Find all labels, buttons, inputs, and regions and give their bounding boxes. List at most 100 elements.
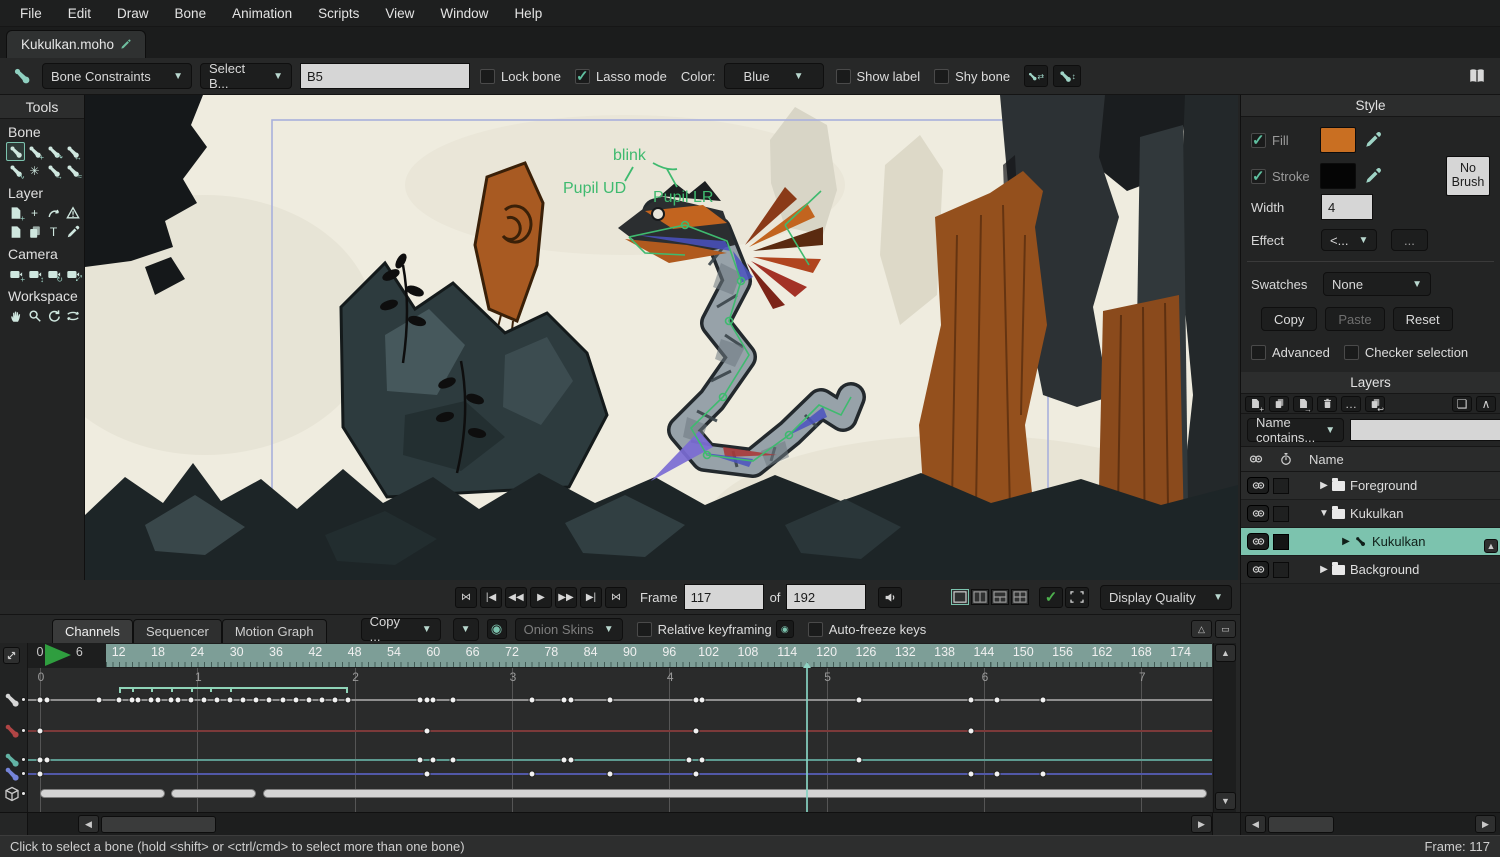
swatches-dropdown[interactable]: None▼ — [1323, 272, 1431, 296]
add-bone-tool[interactable]: + — [25, 142, 44, 161]
pan-tilt-camera-tool[interactable]: ⤢ — [63, 264, 82, 283]
timeline-expand-up-button[interactable]: △ — [1191, 620, 1212, 638]
fill-eyedropper-icon[interactable] — [1364, 131, 1382, 149]
keyframe-bone-channel-gray-f9[interactable] — [95, 697, 102, 704]
keyframe-bone-channel-gray-f87[interactable] — [607, 697, 614, 704]
roll-camera-tool[interactable]: ↻ — [44, 264, 63, 283]
layer-visibility-button[interactable] — [1247, 477, 1269, 494]
sequence-capsule-1[interactable] — [171, 789, 256, 798]
menu-item-window[interactable]: Window — [428, 2, 500, 25]
flip-layer-tool[interactable] — [6, 222, 25, 241]
layer-sequence-channel-icon[interactable] — [4, 786, 20, 802]
duplicate-layer-button[interactable] — [1269, 396, 1289, 412]
layer-row-kukulkan-1[interactable]: ▼Kukulkan — [1241, 500, 1500, 528]
bone-dynamics-tool[interactable]: ≈ — [63, 161, 82, 180]
keyframe-bone-channel-gray-f41[interactable] — [305, 697, 312, 704]
keyframe-bone-channel-teal-f125[interactable] — [856, 757, 863, 764]
freeze-pose-tool[interactable]: ✳ — [25, 161, 44, 180]
effect-more-button[interactable]: ... — [1391, 229, 1428, 251]
bone-channel-blue-icon[interactable] — [4, 766, 20, 782]
bind-bones-tool[interactable]: ∿ — [6, 161, 25, 180]
keyframe-bone-channel-blue-f153[interactable] — [1039, 771, 1046, 778]
curvature-tool[interactable] — [44, 203, 63, 222]
copy-keys-dropdown[interactable]: Copy ...▼ — [361, 618, 441, 641]
play-button[interactable]: ▶ — [530, 587, 552, 608]
menu-item-help[interactable]: Help — [502, 2, 554, 25]
keyframe-bone-channel-blue-f75[interactable] — [528, 771, 535, 778]
keyframe-bone-channel-red-f59[interactable] — [423, 728, 430, 735]
copy-layer-button[interactable]: → — [1293, 396, 1313, 412]
keyframe-bone-channel-gray-f142[interactable] — [967, 697, 974, 704]
keyframe-bone-channel-red-f142[interactable] — [967, 728, 974, 735]
timeline-playhead[interactable] — [806, 668, 808, 812]
keyframe-bone-channel-gray-f43[interactable] — [318, 697, 325, 704]
keyframe-bone-channel-teal-f60[interactable] — [430, 757, 437, 764]
step-back-button[interactable]: ◀◀ — [505, 587, 527, 608]
select-bone-dropdown[interactable]: Select B...▼ — [200, 63, 292, 89]
delete-layer-button[interactable] — [1317, 396, 1337, 412]
layers-scrollbar[interactable]: ▲ — [1484, 443, 1498, 563]
manual-book-icon[interactable] — [1466, 67, 1488, 85]
keyframe-bone-channel-gray-f101[interactable] — [699, 697, 706, 704]
timeline-vertical-scrollbar[interactable]: ▲ ▼ — [1213, 643, 1236, 812]
timeline-play-indicator[interactable] — [45, 644, 71, 666]
keyframe-bone-channel-gray-f146[interactable] — [994, 697, 1001, 704]
menu-item-file[interactable]: File — [8, 2, 54, 25]
fill-checkbox[interactable] — [1251, 133, 1266, 148]
timeline-scroll-left-button[interactable]: ◀ — [78, 815, 99, 833]
keyframe-bone-channel-red-f100[interactable] — [692, 728, 699, 735]
layer-filter-dropdown[interactable]: Name contains...▼ — [1247, 418, 1344, 442]
total-frames-input[interactable] — [786, 584, 866, 610]
keyframe-bone-channel-blue-f0[interactable] — [37, 771, 44, 778]
duplicate-layer-tool[interactable] — [25, 222, 44, 241]
keyframe-bone-channel-gray-f33[interactable] — [253, 697, 260, 704]
layer-expand-arrow[interactable]: ▼ — [1317, 508, 1331, 519]
checker-selection-checkbox[interactable] — [1344, 345, 1359, 360]
orbit-workspace-tool[interactable] — [63, 306, 82, 325]
keyframe-bone-channel-gray-f15[interactable] — [135, 697, 142, 704]
reparent-bone-tool[interactable]: ↷ — [44, 142, 63, 161]
menu-item-draw[interactable]: Draw — [105, 2, 161, 25]
jump-end-button[interactable]: ▶| — [580, 587, 602, 608]
onion-skins-dropdown[interactable]: Onion Skins▼ — [515, 618, 623, 641]
timeline-collapse-button[interactable]: ▭ — [1215, 620, 1236, 638]
timeline-scroll-thumb[interactable] — [101, 816, 216, 833]
layer-visibility-button[interactable] — [1247, 505, 1269, 522]
layer-visibility-button[interactable] — [1247, 533, 1269, 550]
keyframe-bone-channel-teal-f99[interactable] — [685, 757, 692, 764]
keyframe-bone-channel-gray-f75[interactable] — [528, 697, 535, 704]
layer-color-swatch[interactable] — [1273, 478, 1289, 494]
paste-style-button[interactable]: Paste — [1325, 307, 1384, 331]
track-camera-tool[interactable]: + — [6, 264, 25, 283]
menu-item-edit[interactable]: Edit — [56, 2, 103, 25]
bone-length-button[interactable]: ↕ — [1053, 65, 1081, 87]
collapse-panel-button[interactable]: ∧ — [1476, 396, 1496, 412]
copy-style-button[interactable]: Copy — [1261, 307, 1317, 331]
panel-scroll-right-button[interactable]: ▶ — [1475, 815, 1496, 833]
mute-button[interactable] — [878, 587, 902, 608]
layer-color-swatch[interactable] — [1273, 562, 1289, 578]
layer-expand-arrow[interactable]: ▶ — [1317, 480, 1331, 491]
right-panel-scrollbar[interactable]: ◀ ▶ — [1240, 812, 1500, 835]
zoom-camera-tool[interactable]: ↕ — [25, 264, 44, 283]
timeline-tab-channels[interactable]: Channels — [52, 619, 133, 643]
stroke-checkbox[interactable] — [1251, 169, 1266, 184]
new-layer-button[interactable]: + — [1245, 396, 1265, 412]
flip-bone-button[interactable]: ⇄ — [1024, 65, 1048, 87]
timeline-ruler[interactable]: 0612182430364248546066727884909610210811… — [28, 643, 1212, 668]
fill-color-swatch[interactable] — [1320, 127, 1356, 153]
keyframe-bone-channel-gray-f18[interactable] — [154, 697, 161, 704]
translate-bone-tool[interactable]: ↔ — [63, 142, 82, 161]
keyframe-bone-channel-blue-f142[interactable] — [967, 771, 974, 778]
shy-bone-checkbox[interactable] — [934, 69, 949, 84]
timeline-horizontal-scrollbar[interactable]: ◀ ▶ — [0, 812, 1240, 835]
notes-tool[interactable] — [63, 203, 82, 222]
menu-item-view[interactable]: View — [373, 2, 426, 25]
relative-keyframing-icon-button[interactable]: ◉ — [776, 620, 794, 638]
keyframe-bone-channel-gray-f1[interactable] — [43, 697, 50, 704]
select-bone-tool[interactable] — [6, 142, 25, 161]
view-layout-three-button[interactable] — [991, 589, 1009, 605]
loop-end-button[interactable]: ⋈ — [605, 587, 627, 608]
canvas-viewport[interactable]: blink Pupil UD Pupil LR — [85, 95, 1238, 580]
bone-channel-red-icon[interactable] — [4, 723, 20, 739]
